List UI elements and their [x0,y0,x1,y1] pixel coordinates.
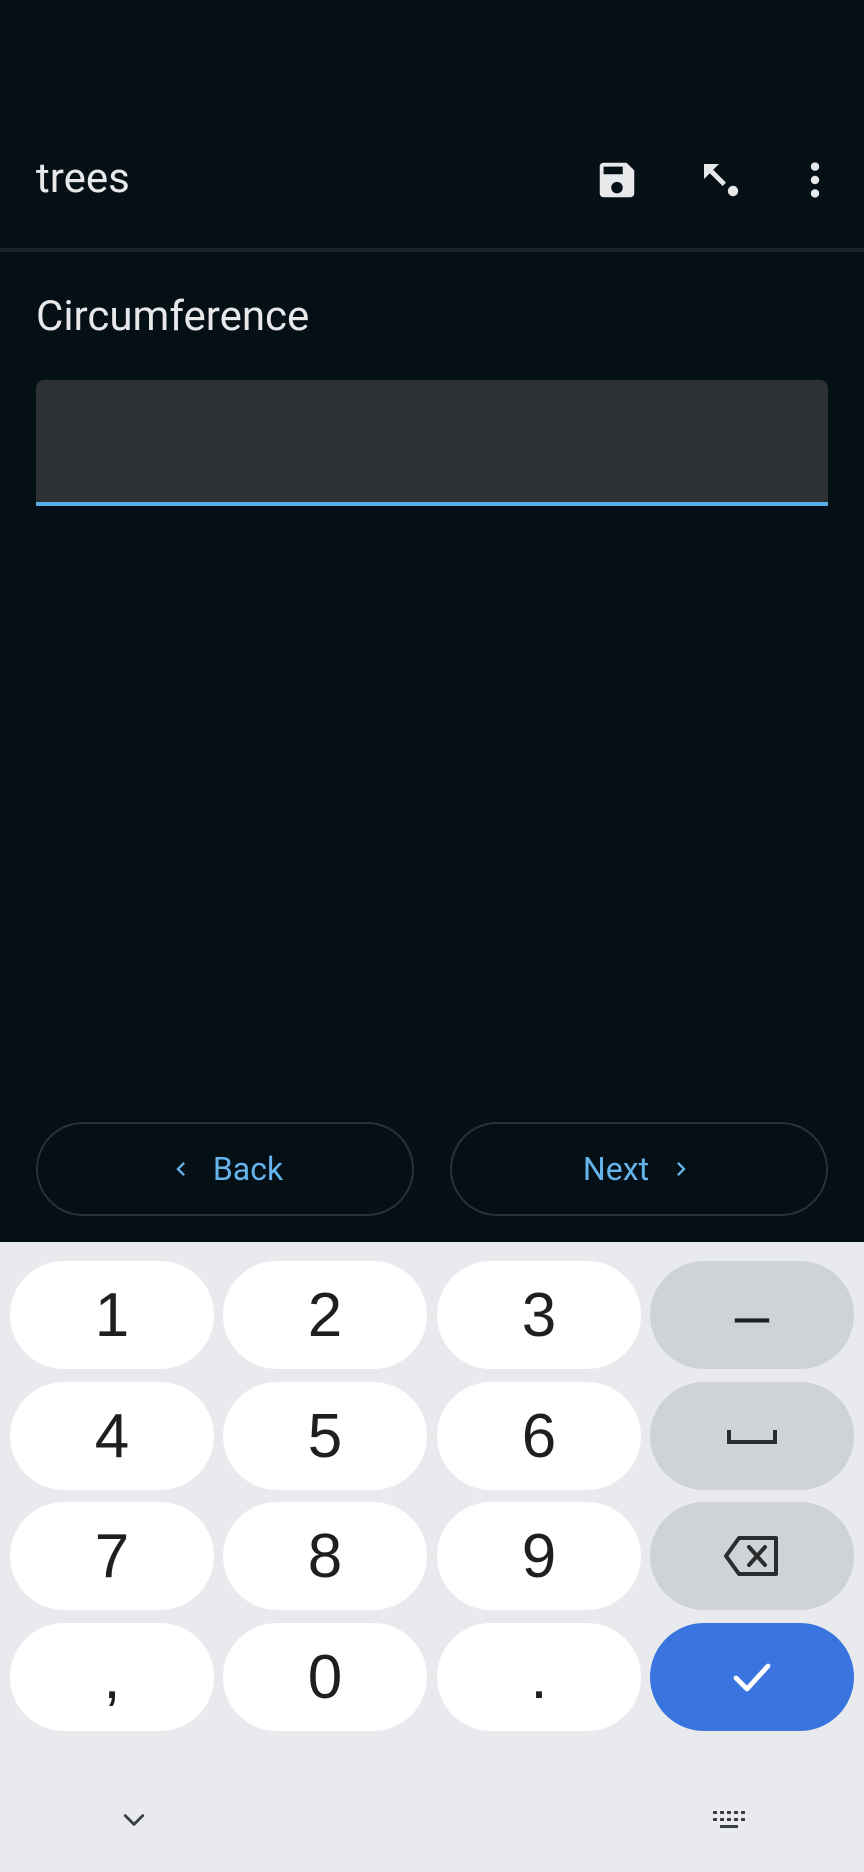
save-icon [599,162,635,198]
key-space[interactable] [650,1382,854,1490]
key-5[interactable]: 5 [223,1382,427,1490]
key-period[interactable]: . [437,1623,641,1731]
save-button[interactable] [585,148,649,212]
key-8[interactable]: 8 [223,1502,427,1610]
circumference-input[interactable] [36,380,828,506]
hide-keyboard-button[interactable] [104,1800,164,1840]
question-label: Circumference [36,292,310,341]
key-3[interactable]: 3 [437,1261,641,1369]
keyboard-icon [713,1811,745,1828]
next-button[interactable]: Next [450,1122,828,1216]
backspace-icon [724,1536,778,1576]
back-button[interactable]: Back [36,1122,414,1216]
chevron-down-icon [123,1814,145,1826]
key-done[interactable] [650,1623,854,1731]
jump-button[interactable] [690,148,754,212]
back-label: Back [212,1150,284,1188]
key-9[interactable]: 9 [437,1502,641,1610]
key-7[interactable]: 7 [10,1502,214,1610]
more-options-button[interactable] [783,148,847,212]
chevron-right-icon [677,1162,686,1176]
key-comma[interactable]: , [10,1623,214,1731]
key-2[interactable]: 2 [223,1261,427,1369]
more-vert-icon [810,162,820,198]
key-backspace[interactable] [650,1502,854,1610]
numeric-keyboard: 1 2 3 – 4 5 6 7 8 9 , 0 . [0,1242,864,1872]
check-icon [733,1663,771,1692]
app-bar: trees [0,110,864,250]
space-icon [727,1430,777,1444]
next-label: Next [582,1150,650,1188]
key-0[interactable]: 0 [223,1623,427,1731]
key-1[interactable]: 1 [10,1261,214,1369]
app-bar-divider [0,248,864,252]
status-bar [0,0,864,110]
switch-keyboard-button[interactable] [700,1800,760,1840]
key-4[interactable]: 4 [10,1382,214,1490]
chevron-left-icon [176,1162,185,1176]
app-title: trees [36,154,130,203]
key-dash[interactable]: – [650,1261,854,1369]
jump-icon [704,164,739,197]
key-6[interactable]: 6 [437,1382,641,1490]
